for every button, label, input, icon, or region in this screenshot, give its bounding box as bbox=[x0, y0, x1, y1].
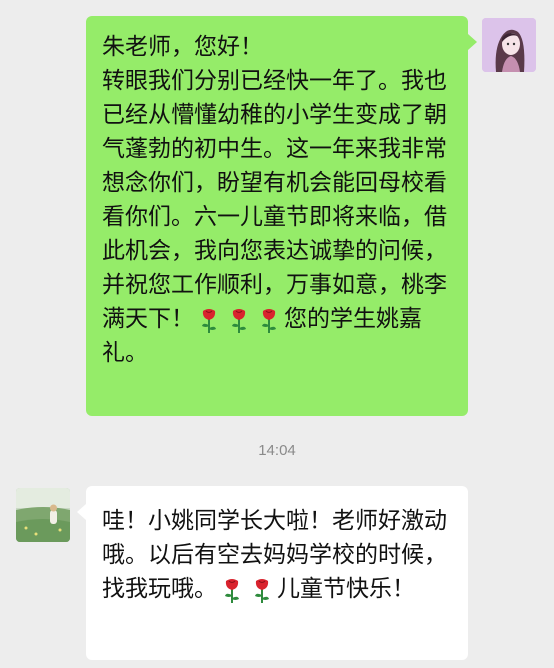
rose-emoji bbox=[198, 307, 220, 333]
message-timestamp: 14:04 bbox=[258, 442, 296, 459]
rose-emoji bbox=[258, 307, 280, 333]
outgoing-message-text: 朱老师，您好！ 转眼我们分别已经快一年了。我也已经从懵懂幼稚的小学生变成了朝气蓬… bbox=[102, 34, 447, 332]
outgoing-bubble-tail bbox=[468, 34, 477, 50]
user-avatar[interactable] bbox=[482, 18, 536, 72]
outgoing-message-bubble[interactable]: 朱老师，您好！ 转眼我们分别已经快一年了。我也已经从懵懂幼稚的小学生变成了朝气蓬… bbox=[86, 16, 468, 416]
incoming-message-ending: 儿童节快乐！ bbox=[277, 576, 415, 602]
rose-emoji bbox=[251, 577, 273, 603]
rose-emoji bbox=[221, 577, 243, 603]
incoming-message-bubble[interactable]: 哇！小姚同学长大啦！老师好激动哦。以后有空去妈妈学校的时候，找我玩哦。 儿童节快乐… bbox=[86, 486, 468, 660]
rose-emoji bbox=[228, 307, 250, 333]
contact-avatar[interactable] bbox=[16, 488, 70, 542]
incoming-bubble-tail bbox=[77, 504, 86, 520]
